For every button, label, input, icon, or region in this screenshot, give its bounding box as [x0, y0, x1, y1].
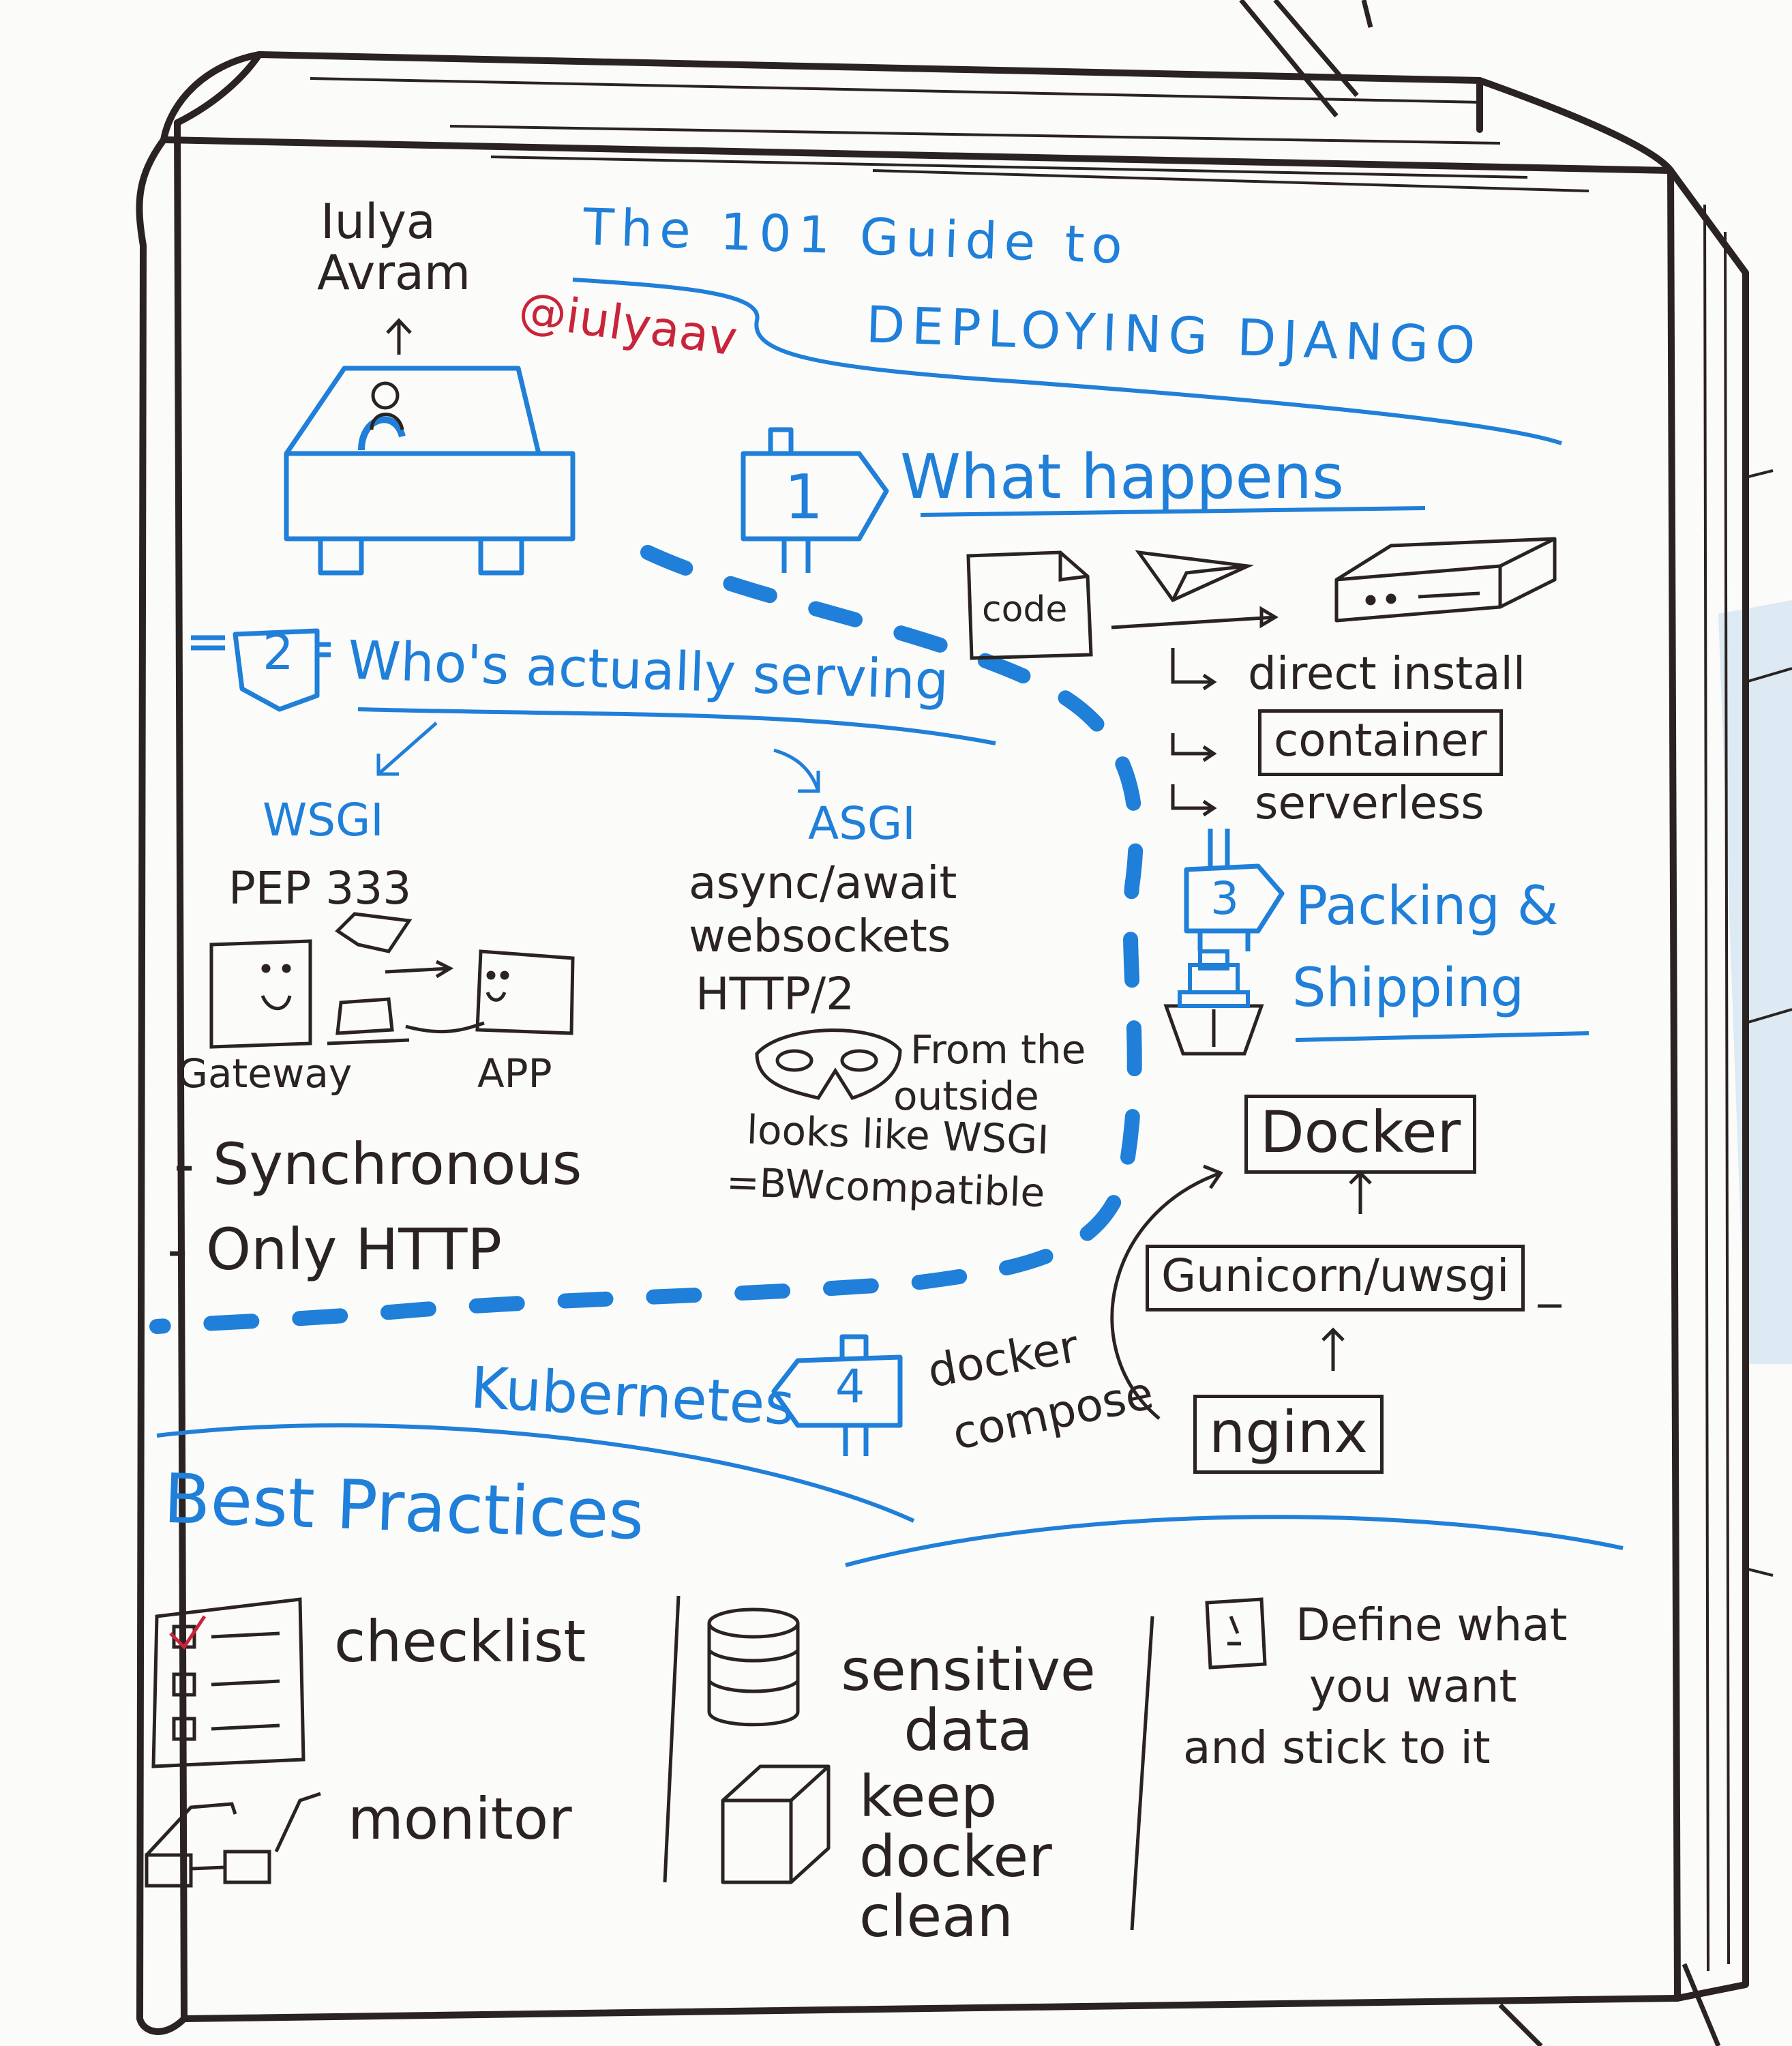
corner-stick-bottom [1498, 1963, 1721, 2046]
author-last-name: Avram [317, 245, 471, 301]
gateway-app-drawing [209, 912, 575, 1049]
wsgi-pep: PEP 333 [228, 862, 412, 915]
asgi-label: ASGI [808, 797, 916, 850]
author-first-name: Iulya [320, 194, 436, 250]
option-direct-install: direct install [1248, 647, 1526, 700]
section3-number: 3 [1210, 872, 1239, 925]
section2-number: 2 [263, 623, 294, 681]
asgi-outside-line3: looks like WSGI [745, 1106, 1050, 1163]
server-icon [1334, 537, 1557, 623]
wsgi-label: WSGI [263, 794, 384, 846]
signpost-2 [191, 628, 331, 712]
author-arrow [386, 318, 412, 355]
stack-gunicorn: Gunicorn/uwsgi [1146, 1245, 1525, 1311]
asgi-feature-async: async/await [689, 857, 957, 909]
practice-checklist: checklist [334, 1608, 586, 1675]
option-arrows [1171, 648, 1217, 817]
asgi-outside-line2: outside [893, 1073, 1039, 1119]
code-label: code [982, 589, 1068, 630]
glasses-icon [145, 1792, 321, 1888]
app-label: APP [477, 1050, 552, 1097]
best-practices-heading: Best Practices [162, 1458, 646, 1556]
paper-plane-icon [1135, 550, 1255, 603]
option-serverless: serverless [1255, 777, 1484, 829]
stack-nginx: nginx [1193, 1395, 1384, 1474]
database-icon [707, 1607, 800, 1727]
best-practices-arc-right [845, 1515, 1624, 1567]
deploy-arrow [1111, 606, 1279, 629]
section4-number: 4 [835, 1360, 865, 1414]
section1-heading: What happens [900, 441, 1344, 513]
clipboard-icon [1205, 1597, 1267, 1670]
wsgi-asgi-arrows [376, 722, 820, 793]
checklist-icon [151, 1597, 305, 1768]
option-container: container [1258, 709, 1503, 776]
note-line1: Define what [1296, 1599, 1568, 1651]
gateway-label: Gateway [177, 1050, 353, 1097]
ship-icon [1163, 949, 1264, 1056]
section1-number: 1 [784, 462, 824, 533]
note-line3: and stick to it [1183, 1721, 1491, 1774]
asgi-outside-line4: =BWcompatible [725, 1158, 1046, 1217]
practice-monitor: monitor [348, 1785, 572, 1852]
section3-heading-line1: Packing & [1296, 876, 1559, 937]
asgi-feature-http2: HTTP/2 [696, 968, 855, 1020]
asgi-feature-websockets: websockets [689, 910, 951, 962]
car-drawing [284, 366, 576, 576]
wsgi-note-synchronous: - Synchronous [174, 1131, 582, 1198]
stack-docker: Docker [1244, 1095, 1477, 1174]
serving-underline [357, 707, 996, 745]
practice-sensitive-data: sensitive data [841, 1637, 1096, 1764]
page-edge-lines [310, 77, 1589, 192]
section3-heading-line2: Shipping [1292, 958, 1525, 1019]
practice-keep-docker-clean: keep docker clean [859, 1763, 1052, 1951]
note-line2: you want [1309, 1660, 1517, 1713]
shipping-underline [1295, 1031, 1589, 1042]
asgi-outside-line1: From the [910, 1026, 1086, 1073]
sketchnote-photo: Iulya Avram @iulyaav The 101 Guide to DE… [0, 0, 1792, 2046]
mask-drawing [755, 1028, 902, 1100]
wsgi-note-only-http: - Only HTTP [167, 1216, 503, 1283]
background-tint [1718, 600, 1792, 1364]
kubernetes-label: Kubernetes [468, 1354, 796, 1438]
box-icon [721, 1764, 831, 1884]
